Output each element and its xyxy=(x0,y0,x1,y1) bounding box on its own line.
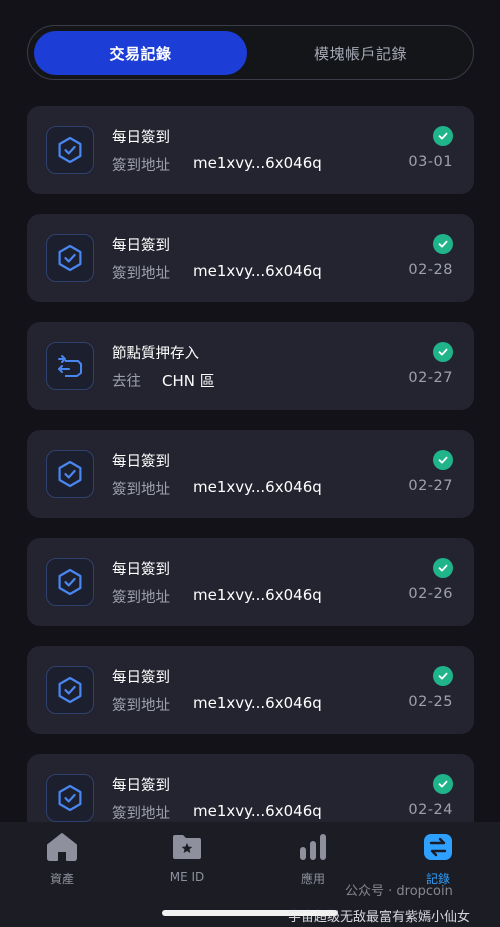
watermark-author: 宇宙超级无敌最富有紫嫣小仙女 xyxy=(288,910,471,925)
record-card[interactable]: 每日簽到 簽到地址 me1xvy...6x046q 02-25 xyxy=(27,646,474,734)
record-card[interactable]: 每日簽到 簽到地址 me1xvy...6x046q 02-26 xyxy=(27,538,474,626)
hexagon-check-icon xyxy=(46,558,94,606)
record-address: me1xvy...6x046q xyxy=(193,262,322,280)
record-title: 每日簽到 xyxy=(112,562,170,578)
record-date: 02-27 xyxy=(408,370,453,386)
record-label: 簽到地址 xyxy=(112,482,170,498)
success-check-icon xyxy=(433,450,453,470)
hexagon-check-icon xyxy=(46,234,94,282)
record-card[interactable]: 節點質押存入 去往 CHN 區 02-27 xyxy=(27,322,474,410)
record-label: 簽到地址 xyxy=(112,698,170,714)
record-title: 每日簽到 xyxy=(112,130,170,146)
nav-item-me-id[interactable]: ME ID xyxy=(142,830,232,884)
nav-item-records[interactable]: 記錄 xyxy=(393,830,483,887)
success-check-icon xyxy=(433,774,453,794)
success-check-icon xyxy=(433,126,453,146)
folder-star-icon xyxy=(170,830,204,864)
hexagon-check-icon xyxy=(46,774,94,822)
bar-chart-icon xyxy=(296,830,330,864)
record-address: me1xvy...6x046q xyxy=(193,478,322,496)
nav-item-assets[interactable]: 資產 xyxy=(17,830,107,887)
success-check-icon xyxy=(433,342,453,362)
record-card[interactable]: 每日簽到 簽到地址 me1xvy...6x046q 02-28 xyxy=(27,214,474,302)
success-check-icon xyxy=(433,666,453,686)
hexagon-check-icon xyxy=(46,450,94,498)
stake-deposit-icon xyxy=(46,342,94,390)
nav-label: ME ID xyxy=(169,870,205,884)
record-date: 03-01 xyxy=(408,154,453,170)
record-title: 每日簽到 xyxy=(112,454,170,470)
record-date: 02-28 xyxy=(408,262,453,278)
hexagon-check-icon xyxy=(46,126,94,174)
record-date: 02-26 xyxy=(408,586,453,602)
record-title: 每日簽到 xyxy=(112,238,170,254)
record-type-tabs: 交易記錄 模塊帳戶記錄 xyxy=(27,25,474,80)
success-check-icon xyxy=(433,234,453,254)
tab-module-account-records[interactable]: 模塊帳戶記錄 xyxy=(254,31,467,75)
record-label: 簽到地址 xyxy=(112,266,170,282)
record-address: me1xvy...6x046q xyxy=(193,586,322,604)
record-destination: CHN 區 xyxy=(162,372,215,390)
record-label: 簽到地址 xyxy=(112,590,170,606)
nav-item-apps[interactable]: 應用 xyxy=(268,830,358,887)
swap-icon xyxy=(421,830,455,864)
success-check-icon xyxy=(433,558,453,578)
record-label: 簽到地址 xyxy=(112,158,170,174)
home-icon xyxy=(45,830,79,864)
nav-label: 資產 xyxy=(49,872,74,886)
records-screen: 交易記錄 模塊帳戶記錄 每日簽到 簽到地址 me1xvy...6x046q 03… xyxy=(0,0,500,927)
watermark-account: 公众号 · dropcoin xyxy=(345,884,453,899)
record-address: me1xvy...6x046q xyxy=(193,154,322,172)
record-date: 02-24 xyxy=(408,802,453,818)
record-address: me1xvy...6x046q xyxy=(193,802,322,820)
record-label: 去往 xyxy=(112,374,141,390)
tab-transaction-records[interactable]: 交易記錄 xyxy=(34,31,247,75)
record-title: 節點質押存入 xyxy=(112,346,199,362)
record-title: 每日簽到 xyxy=(112,778,170,794)
hexagon-check-icon xyxy=(46,666,94,714)
record-date: 02-27 xyxy=(408,478,453,494)
record-title: 每日簽到 xyxy=(112,670,170,686)
record-card[interactable]: 每日簽到 簽到地址 me1xvy...6x046q 02-27 xyxy=(27,430,474,518)
record-card[interactable]: 每日簽到 簽到地址 me1xvy...6x046q 03-01 xyxy=(27,106,474,194)
record-date: 02-25 xyxy=(408,694,453,710)
record-label: 簽到地址 xyxy=(112,806,170,822)
record-address: me1xvy...6x046q xyxy=(193,694,322,712)
